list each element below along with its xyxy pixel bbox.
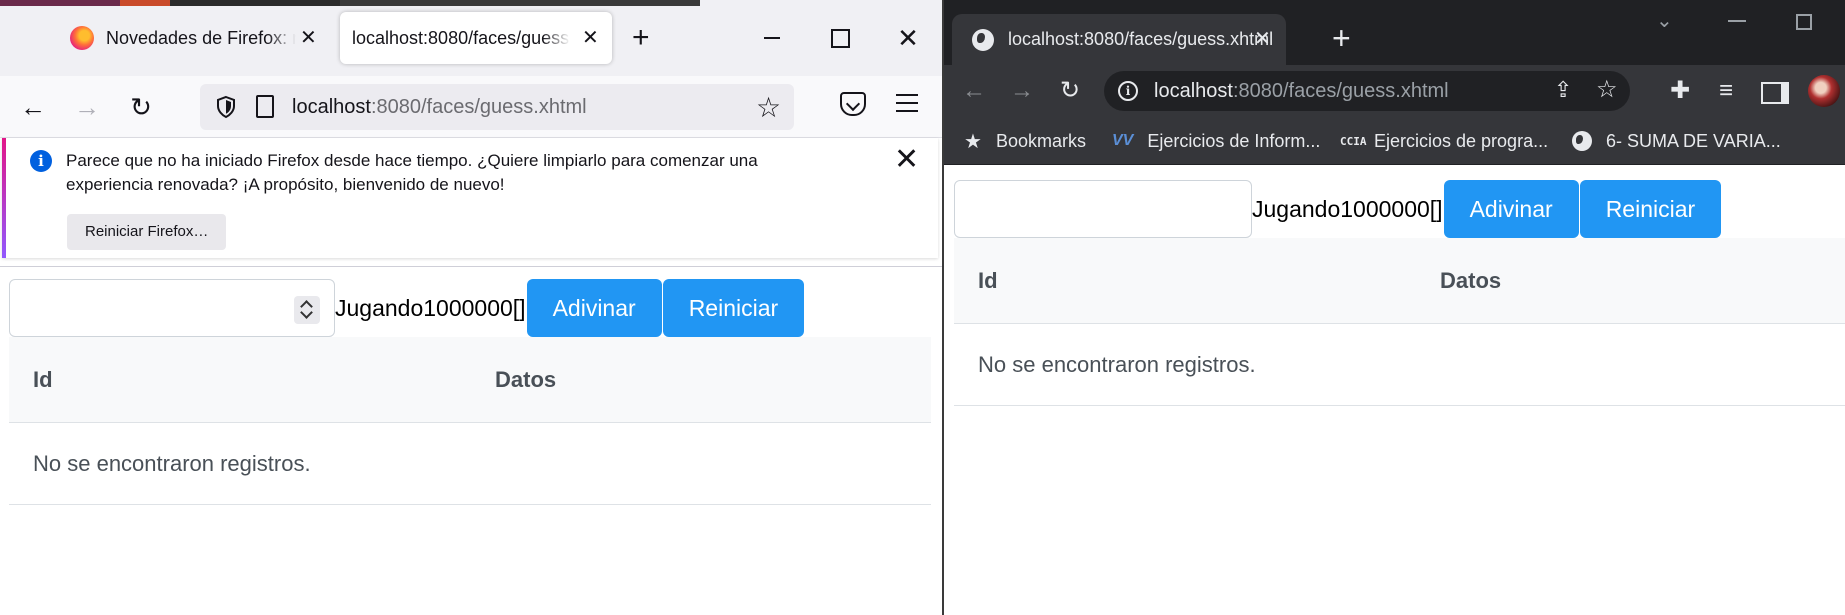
bookmark-label: Bookmarks (995, 130, 1086, 151)
extensions-puzzle-icon[interactable]: ✚ (1664, 75, 1696, 107)
game-status-text: Jugando1000000[] (335, 295, 526, 321)
guess-button[interactable]: Adivinar (526, 279, 662, 337)
bookmark-item-ejercicios-progra[interactable]: CCIA Ejercicios de progra... (1340, 117, 1548, 165)
bookmark-star-icon[interactable]: ☆ (1596, 75, 1618, 104)
desktop-background-strip (0, 0, 700, 6)
back-arrow-icon[interactable]: ← (958, 75, 990, 107)
page-info-icon[interactable] (256, 95, 274, 118)
bookmarks-bar: ★ Bookmarks VV Ejercicios de Inform... C… (944, 117, 1845, 165)
globe-icon (972, 28, 994, 51)
tab-novedades-firefox[interactable]: Novedades de Firefox: m ✕ (56, 12, 326, 64)
bookmark-label: Ejercicios de progra... (1374, 130, 1549, 151)
new-tab-button[interactable]: + (632, 20, 650, 56)
bookmark-star-icon[interactable]: ☆ (756, 91, 781, 124)
url-host: localhost (1154, 80, 1233, 102)
column-header-datos[interactable]: Datos (495, 337, 556, 423)
share-icon[interactable]: ⇪ (1554, 77, 1572, 103)
bookmark-label: 6- SUMA DE VARIA... (1606, 130, 1781, 151)
url-text[interactable]: localhost:8080/faces/guess.xhtml (292, 96, 587, 119)
bookmark-label: Ejercicios de Inform... (1147, 130, 1321, 151)
reload-icon[interactable]: ↻ (124, 90, 158, 124)
page-content: Jugando1000000[] Adivinar Reiniciar Id D… (944, 166, 1845, 615)
profile-avatar[interactable] (1808, 75, 1840, 107)
chrome-tab-strip: localhost:8080/faces/guess.xhtml ✕ + ⌄ (944, 0, 1845, 65)
maximize-button[interactable] (820, 22, 860, 54)
forward-arrow-icon[interactable]: → (1006, 75, 1038, 107)
minimize-button[interactable] (1728, 20, 1746, 22)
tab-close-icon[interactable]: ✕ (582, 25, 599, 50)
refresh-firefox-notification: i Parece que no ha iniciado Firefox desd… (2, 138, 938, 258)
firefox-window: Novedades de Firefox: m ✕ localhost:8080… (0, 0, 942, 615)
table-row: No se encontraron registros. (9, 423, 931, 505)
records-table: Id Datos No se encontraron registros. (9, 337, 931, 505)
table-row: No se encontraron registros. (954, 324, 1845, 406)
new-tab-button[interactable]: + (1332, 20, 1351, 56)
empty-message: No se encontraron registros. (33, 451, 311, 476)
media-queue-icon[interactable]: ≡ (1710, 75, 1742, 107)
tab-title: localhost:8080/faces/guess.xhtml (1008, 29, 1274, 49)
site-info-icon[interactable]: i (1118, 81, 1138, 101)
url-host: localhost (292, 96, 371, 118)
restart-button[interactable]: Reiniciar (1579, 180, 1722, 238)
back-arrow-icon[interactable]: ← (16, 90, 50, 124)
minimize-button[interactable] (752, 22, 792, 54)
info-icon: i (30, 150, 52, 172)
forward-arrow-icon[interactable]: → (70, 90, 104, 124)
spinner-icon[interactable] (294, 296, 320, 324)
site-logo-icon: VV (1112, 132, 1134, 149)
chrome-window: localhost:8080/faces/guess.xhtml ✕ + ⌄ ←… (944, 0, 1845, 615)
column-header-id[interactable]: Id (33, 337, 53, 423)
maximize-button[interactable] (1796, 14, 1812, 30)
table-header: Id Datos (954, 238, 1845, 324)
firefox-tab-strip: Novedades de Firefox: m ✕ localhost:8080… (0, 0, 942, 76)
tab-close-icon[interactable]: ✕ (1254, 26, 1271, 51)
tab-close-icon[interactable]: ✕ (300, 25, 317, 50)
column-header-id[interactable]: Id (978, 238, 998, 324)
pocket-icon[interactable] (840, 92, 866, 116)
table-header: Id Datos (9, 337, 931, 423)
number-input[interactable] (9, 279, 335, 337)
column-header-datos[interactable]: Datos (1440, 238, 1501, 324)
url-text[interactable]: localhost:8080/faces/guess.xhtml (1154, 80, 1449, 103)
tab-title: localhost:8080/faces/guess.xhtml (352, 27, 570, 48)
number-input[interactable] (954, 180, 1252, 238)
records-table: Id Datos No se encontraron registros. (954, 238, 1845, 406)
firefox-logo-icon (70, 26, 94, 50)
tab-guess-active[interactable]: localhost:8080/faces/guess.xhtml ✕ (952, 14, 1286, 65)
notification-close-icon[interactable]: ✕ (894, 142, 919, 177)
tab-search-chevron-icon[interactable]: ⌄ (1656, 8, 1673, 33)
empty-message: No se encontraron registros. (978, 352, 1256, 377)
tab-title: Novedades de Firefox: m (106, 27, 296, 48)
reset-firefox-button[interactable]: Reiniciar Firefox… (67, 214, 227, 250)
reload-icon[interactable]: ↻ (1054, 75, 1086, 107)
bookmark-item-bookmarks[interactable]: ★ Bookmarks (964, 117, 1086, 165)
star-icon: ★ (964, 130, 982, 153)
bookmark-item-suma-variables[interactable]: 6- SUMA DE VARIA... (1572, 117, 1781, 165)
page-content: Jugando1000000[] Adivinar Reiniciar Id D… (0, 266, 942, 615)
firefox-navigation-bar: ← → ↻ localhost:8080/faces/guess.xhtml ☆ (0, 76, 942, 138)
hamburger-menu-icon[interactable] (896, 94, 918, 112)
notification-message: Parece que no ha iniciado Firefox desde … (66, 151, 758, 194)
globe-icon (1572, 131, 1592, 151)
url-path: :8080/faces/guess.xhtml (1232, 80, 1449, 102)
address-bar[interactable]: localhost:8080/faces/guess.xhtml ☆ (200, 84, 794, 130)
guess-form: Jugando1000000[] Adivinar Reiniciar (9, 279, 805, 337)
chrome-toolbar: ← → ↻ i localhost:8080/faces/guess.xhtml… (944, 65, 1845, 117)
restart-button[interactable]: Reiniciar (662, 279, 805, 337)
guess-form: Jugando1000000[] Adivinar Reiniciar (954, 180, 1722, 238)
tab-guess-active[interactable]: localhost:8080/faces/guess.xhtml ✕ (340, 12, 612, 64)
bookmark-item-ejercicios-inform[interactable]: VV Ejercicios de Inform... (1112, 117, 1320, 165)
url-path: :8080/faces/guess.xhtml (370, 96, 587, 118)
omnibox[interactable]: i localhost:8080/faces/guess.xhtml ⇪ ☆ (1104, 71, 1630, 111)
window-close-button[interactable]: ✕ (888, 22, 928, 54)
game-status-text: Jugando1000000[] (1252, 196, 1443, 222)
shield-icon[interactable] (214, 95, 238, 119)
guess-button[interactable]: Adivinar (1443, 180, 1579, 238)
ccia-logo-icon: CCIA (1340, 134, 1367, 148)
